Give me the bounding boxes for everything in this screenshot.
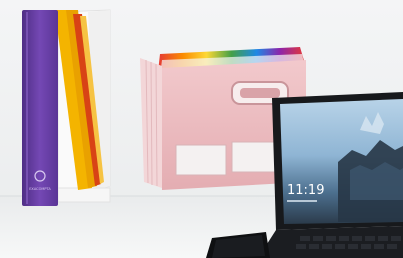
label-window-left bbox=[175, 144, 227, 176]
laptop: 11:19 bbox=[258, 92, 403, 258]
laptop-keyboard bbox=[258, 226, 403, 258]
label-window-right bbox=[231, 141, 281, 173]
lock-screen-clock: 11:19 bbox=[287, 183, 324, 198]
purple-binder: EXACOMPTA bbox=[22, 10, 58, 206]
binder-logo-text: EXACOMPTA bbox=[29, 187, 51, 191]
desk-scene: EXACOMPTA 11:19 bbox=[0, 0, 403, 258]
desk-photo: EXACOMPTA 11:19 bbox=[0, 0, 403, 258]
